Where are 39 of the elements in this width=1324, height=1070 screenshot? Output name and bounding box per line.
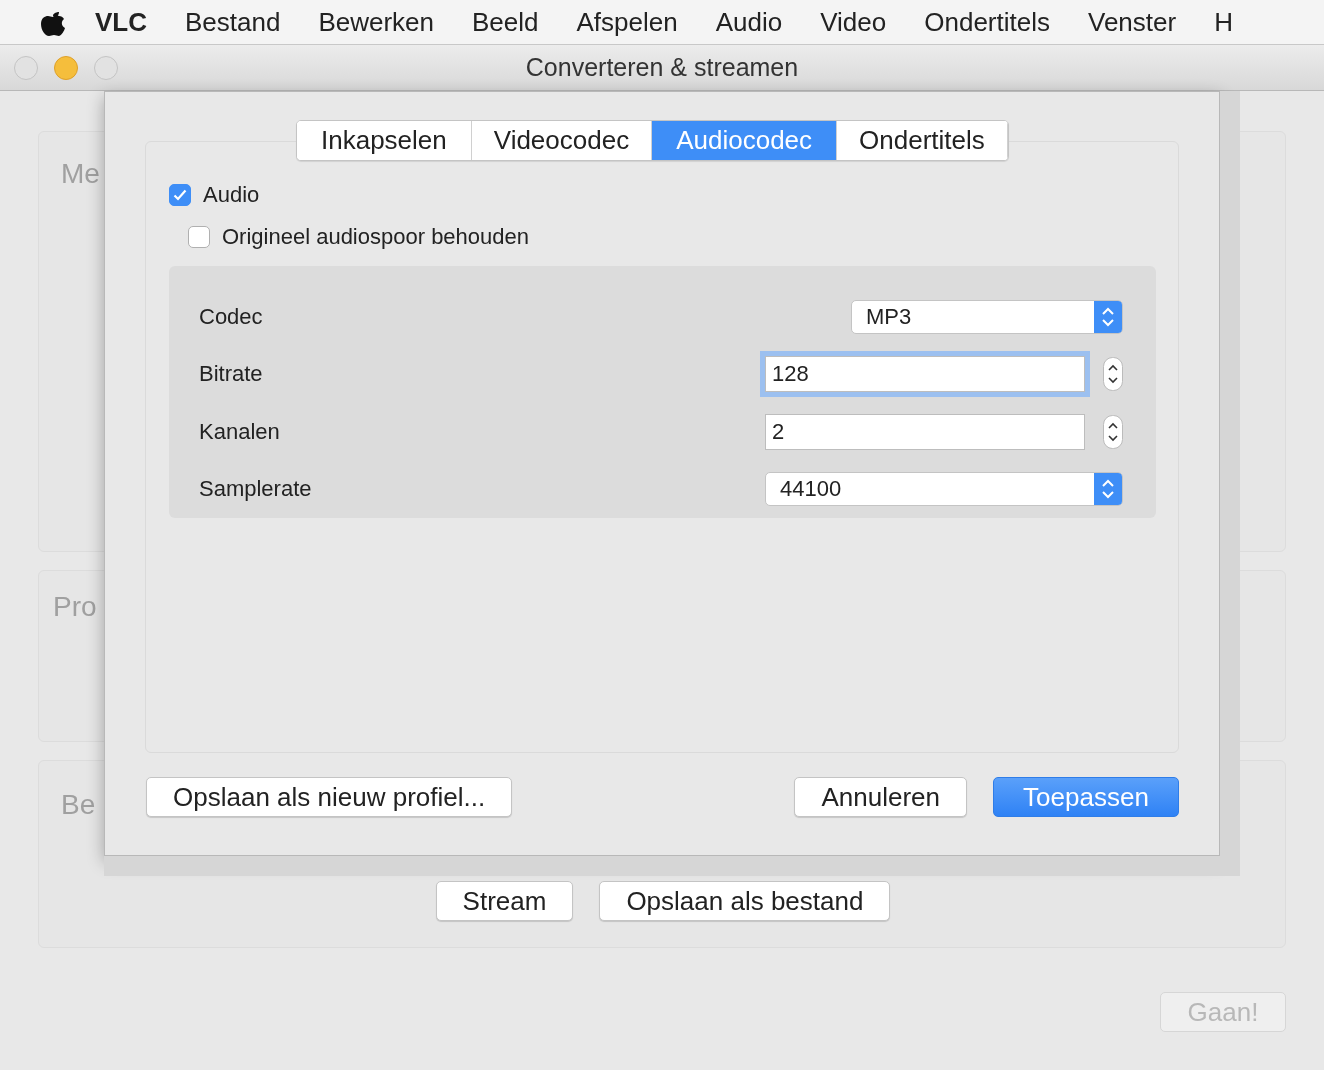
menu-item[interactable]: Beeld (453, 6, 558, 38)
menu-item[interactable]: Afspelen (557, 6, 697, 38)
dropdown[interactable]: 44100 (765, 472, 1123, 507)
menu-item[interactable]: Audio (696, 6, 802, 38)
action-button[interactable]: Opslaan als bestand (599, 881, 891, 921)
number-field[interactable]: 2 (765, 413, 1085, 450)
menu-item[interactable]: Video (801, 6, 906, 38)
chevrons-icon (1094, 300, 1122, 333)
menu-item[interactable]: Venster (1069, 6, 1196, 38)
window-title: Converteren & streamen (525, 53, 799, 82)
number-field[interactable]: 128 (765, 356, 1085, 393)
minimize-button[interactable] (54, 56, 78, 80)
menu-item[interactable]: Bestand (166, 6, 300, 38)
stepper-icon[interactable] (1103, 357, 1123, 392)
tab[interactable]: Inkapselen (297, 121, 472, 160)
panel-title: Pro (53, 591, 97, 623)
panel-title: Be (61, 789, 96, 821)
checkbox[interactable] (188, 226, 210, 248)
checkbox[interactable] (169, 184, 191, 206)
dropdown[interactable]: MP3 (851, 299, 1123, 334)
checkmark-icon (173, 189, 187, 201)
menu-item[interactable]: H (1195, 6, 1252, 38)
field-label: Bitrate (199, 361, 263, 388)
menu-item[interactable]: Ondertitels (905, 6, 1069, 38)
menu-item[interactable]: Bewerken (299, 6, 454, 38)
cancel-button[interactable]: Annuleren (794, 777, 967, 817)
checkbox-label: Origineel audiospoor behouden (222, 224, 529, 250)
field-label: Kanalen (199, 418, 280, 445)
checkbox-label: Audio (203, 182, 260, 208)
tab[interactable]: Videocodec (471, 121, 653, 160)
chevrons-icon (1094, 473, 1122, 506)
field-label: Codec (199, 303, 263, 330)
field-label: Samplerate (199, 476, 312, 503)
action-button[interactable]: Stream (435, 881, 574, 921)
panel-title: Me (61, 158, 100, 190)
menu-item[interactable]: VLC (76, 6, 166, 38)
tab[interactable]: Ondertitels (837, 121, 1008, 160)
save-profile-button[interactable]: Opslaan als nieuw profiel... (146, 777, 513, 817)
stepper-icon[interactable] (1103, 414, 1123, 449)
